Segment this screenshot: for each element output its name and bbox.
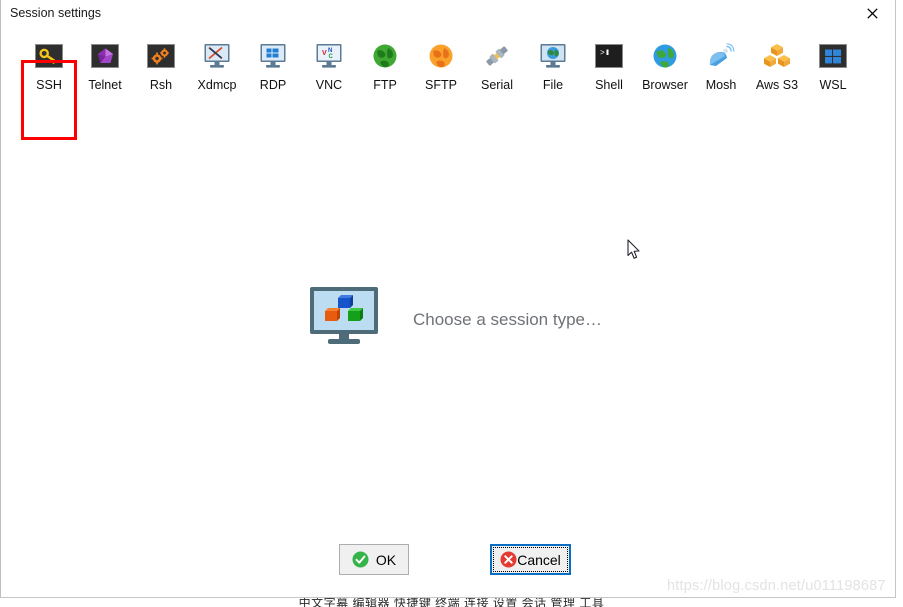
session-type-shell[interactable]: > Shell (578, 34, 640, 104)
dialog-buttons: OK Cancel (1, 544, 895, 578)
screen: 中文字幕 编辑器 快捷键 终端 连接 设置 会话 管理 工具 Session s… (0, 0, 903, 607)
svg-text:>: > (600, 49, 605, 58)
satellite-dish-icon (707, 38, 735, 74)
session-type-ssh[interactable]: SSH (18, 34, 80, 104)
titlebar: Session settings (1, 0, 895, 27)
gears-icon (147, 38, 175, 74)
cancel-button[interactable]: Cancel (490, 544, 571, 575)
close-button[interactable] (850, 0, 895, 27)
green-check-icon (352, 551, 369, 568)
session-type-label: RDP (259, 78, 287, 92)
plug-icon (483, 38, 511, 74)
session-type-label: VNC (315, 78, 343, 92)
session-type-label: WSL (819, 78, 847, 92)
svg-text:C: C (329, 54, 334, 60)
session-type-label: Serial (481, 78, 513, 92)
terminal-icon: > (595, 38, 623, 74)
cancel-label: Cancel (517, 551, 561, 568)
session-type-label: File (542, 78, 564, 92)
session-type-label: Telnet (88, 78, 122, 92)
windows-icon (819, 38, 847, 74)
session-type-label: Xdmcp (197, 78, 237, 92)
session-type-label: SSH (36, 78, 62, 92)
session-type-sftp[interactable]: SFTP (410, 34, 472, 104)
session-type-label: FTP (373, 78, 397, 92)
monitor-cubes-icon (308, 286, 380, 353)
session-type-label: Mosh (705, 78, 737, 92)
session-type-wsl[interactable]: WSL (802, 34, 864, 104)
vnc-monitor-icon: V N C (315, 38, 343, 74)
session-type-serial[interactable]: Serial (466, 34, 528, 104)
x-monitor-icon (203, 38, 231, 74)
key-icon (35, 38, 63, 74)
orange-globe-icon (428, 38, 454, 74)
globe-icon (652, 38, 678, 74)
red-x-icon (500, 551, 517, 568)
session-type-placeholder: Choose a session type… (308, 286, 602, 353)
background-window-text: 中文字幕 编辑器 快捷键 终端 连接 设置 会话 管理 工具 (298, 597, 605, 607)
windows-monitor-icon (259, 38, 287, 74)
ok-button[interactable]: OK (339, 544, 409, 575)
close-icon (867, 8, 878, 19)
green-globe-icon (372, 38, 398, 74)
aws-cubes-icon (763, 38, 791, 74)
session-type-telnet[interactable]: Telnet (74, 34, 136, 104)
session-type-toolbar: SSH Telnet Rsh Xdmcp RDP V N C VNC FTP S… (1, 28, 895, 140)
svg-text:V: V (322, 50, 327, 57)
watermark: https://blog.csdn.net/u011198687 (667, 578, 886, 594)
session-type-rdp[interactable]: RDP (242, 34, 304, 104)
session-type-rsh[interactable]: Rsh (130, 34, 192, 104)
gem-icon (91, 38, 119, 74)
window-title: Session settings (10, 6, 102, 20)
session-type-vnc[interactable]: V N C VNC (298, 34, 360, 104)
session-type-label: Browser (642, 78, 688, 92)
file-monitor-icon (539, 38, 567, 74)
prompt-text: Choose a session type… (413, 309, 602, 329)
session-type-xdmcp[interactable]: Xdmcp (186, 34, 248, 104)
session-type-mosh[interactable]: Mosh (690, 34, 752, 104)
session-type-label: Shell (595, 78, 623, 92)
session-type-label: Aws S3 (755, 78, 799, 92)
session-type-file[interactable]: File (522, 34, 584, 104)
session-type-aws-s3[interactable]: Aws S3 (746, 34, 808, 104)
session-type-ftp[interactable]: FTP (354, 34, 416, 104)
ok-label: OK (375, 551, 397, 568)
session-type-label: Rsh (149, 78, 173, 92)
session-type-browser[interactable]: Browser (634, 34, 696, 104)
session-type-label: SFTP (425, 78, 457, 92)
session-settings-dialog: Session settings SSH Telnet Rsh Xdmcp RD… (0, 0, 896, 598)
